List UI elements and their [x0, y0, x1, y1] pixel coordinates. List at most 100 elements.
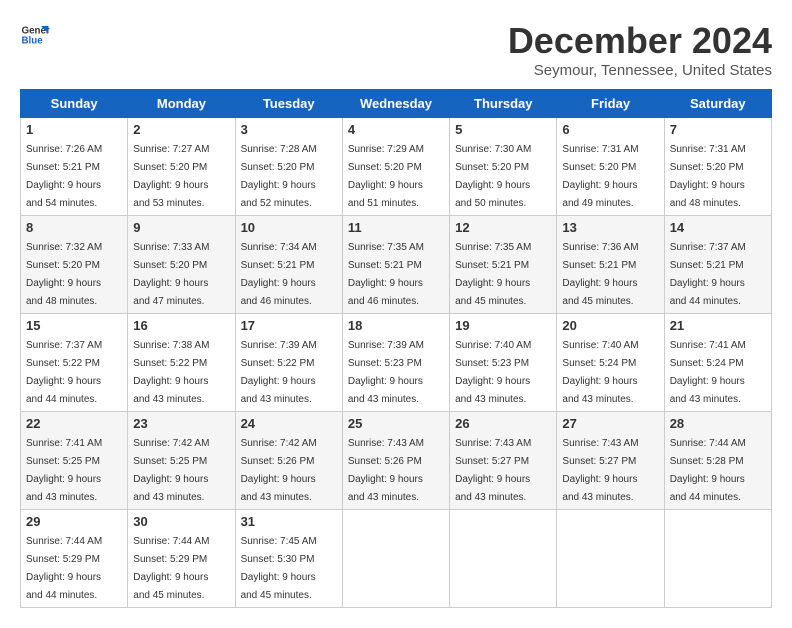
week-row-5: 29 Sunrise: 7:44 AMSunset: 5:29 PMDaylig… — [21, 510, 772, 608]
month-title: December 2024 — [508, 20, 772, 62]
week-row-4: 22 Sunrise: 7:41 AMSunset: 5:25 PMDaylig… — [21, 412, 772, 510]
calendar-cell — [664, 510, 771, 608]
calendar-cell: 21 Sunrise: 7:41 AMSunset: 5:24 PMDaylig… — [664, 314, 771, 412]
day-info: Sunrise: 7:41 AMSunset: 5:24 PMDaylight:… — [670, 340, 746, 405]
day-info: Sunrise: 7:44 AMSunset: 5:29 PMDaylight:… — [26, 536, 102, 601]
day-info: Sunrise: 7:43 AMSunset: 5:26 PMDaylight:… — [348, 438, 424, 503]
day-info: Sunrise: 7:37 AMSunset: 5:22 PMDaylight:… — [26, 340, 102, 405]
day-info: Sunrise: 7:27 AMSunset: 5:20 PMDaylight:… — [133, 144, 209, 209]
calendar-cell: 18 Sunrise: 7:39 AMSunset: 5:23 PMDaylig… — [342, 314, 449, 412]
calendar-cell: 24 Sunrise: 7:42 AMSunset: 5:26 PMDaylig… — [235, 412, 342, 510]
calendar-cell: 7 Sunrise: 7:31 AMSunset: 5:20 PMDayligh… — [664, 118, 771, 216]
day-number: 31 — [241, 514, 337, 529]
calendar-cell — [557, 510, 664, 608]
header-row: SundayMondayTuesdayWednesdayThursdayFrid… — [21, 90, 772, 118]
calendar-cell: 29 Sunrise: 7:44 AMSunset: 5:29 PMDaylig… — [21, 510, 128, 608]
header-sunday: Sunday — [21, 90, 128, 118]
day-number: 23 — [133, 416, 229, 431]
calendar-cell: 6 Sunrise: 7:31 AMSunset: 5:20 PMDayligh… — [557, 118, 664, 216]
calendar-cell: 23 Sunrise: 7:42 AMSunset: 5:25 PMDaylig… — [128, 412, 235, 510]
calendar-cell: 31 Sunrise: 7:45 AMSunset: 5:30 PMDaylig… — [235, 510, 342, 608]
day-info: Sunrise: 7:40 AMSunset: 5:24 PMDaylight:… — [562, 340, 638, 405]
day-number: 6 — [562, 122, 658, 137]
calendar-cell: 22 Sunrise: 7:41 AMSunset: 5:25 PMDaylig… — [21, 412, 128, 510]
header-saturday: Saturday — [664, 90, 771, 118]
calendar-cell: 16 Sunrise: 7:38 AMSunset: 5:22 PMDaylig… — [128, 314, 235, 412]
day-number: 12 — [455, 220, 551, 235]
location: Seymour, Tennessee, United States — [508, 62, 772, 79]
calendar-cell: 10 Sunrise: 7:34 AMSunset: 5:21 PMDaylig… — [235, 216, 342, 314]
day-number: 14 — [670, 220, 766, 235]
svg-text:Blue: Blue — [22, 35, 44, 46]
day-info: Sunrise: 7:35 AMSunset: 5:21 PMDaylight:… — [348, 242, 424, 307]
calendar-cell: 17 Sunrise: 7:39 AMSunset: 5:22 PMDaylig… — [235, 314, 342, 412]
day-number: 10 — [241, 220, 337, 235]
calendar-cell: 1 Sunrise: 7:26 AMSunset: 5:21 PMDayligh… — [21, 118, 128, 216]
page-header: General Blue December 2024 Seymour, Tenn… — [20, 20, 772, 79]
day-info: Sunrise: 7:42 AMSunset: 5:25 PMDaylight:… — [133, 438, 209, 503]
calendar-cell: 28 Sunrise: 7:44 AMSunset: 5:28 PMDaylig… — [664, 412, 771, 510]
day-info: Sunrise: 7:44 AMSunset: 5:29 PMDaylight:… — [133, 536, 209, 601]
day-number: 3 — [241, 122, 337, 137]
day-number: 11 — [348, 220, 444, 235]
day-info: Sunrise: 7:26 AMSunset: 5:21 PMDaylight:… — [26, 144, 102, 209]
day-info: Sunrise: 7:29 AMSunset: 5:20 PMDaylight:… — [348, 144, 424, 209]
day-info: Sunrise: 7:37 AMSunset: 5:21 PMDaylight:… — [670, 242, 746, 307]
day-number: 18 — [348, 318, 444, 333]
day-info: Sunrise: 7:43 AMSunset: 5:27 PMDaylight:… — [455, 438, 531, 503]
day-info: Sunrise: 7:34 AMSunset: 5:21 PMDaylight:… — [241, 242, 317, 307]
day-info: Sunrise: 7:43 AMSunset: 5:27 PMDaylight:… — [562, 438, 638, 503]
calendar-cell: 3 Sunrise: 7:28 AMSunset: 5:20 PMDayligh… — [235, 118, 342, 216]
calendar-cell: 14 Sunrise: 7:37 AMSunset: 5:21 PMDaylig… — [664, 216, 771, 314]
week-row-1: 1 Sunrise: 7:26 AMSunset: 5:21 PMDayligh… — [21, 118, 772, 216]
day-info: Sunrise: 7:31 AMSunset: 5:20 PMDaylight:… — [670, 144, 746, 209]
header-tuesday: Tuesday — [235, 90, 342, 118]
day-number: 2 — [133, 122, 229, 137]
day-info: Sunrise: 7:32 AMSunset: 5:20 PMDaylight:… — [26, 242, 102, 307]
day-number: 27 — [562, 416, 658, 431]
calendar-cell: 25 Sunrise: 7:43 AMSunset: 5:26 PMDaylig… — [342, 412, 449, 510]
header-wednesday: Wednesday — [342, 90, 449, 118]
day-number: 13 — [562, 220, 658, 235]
calendar-cell: 13 Sunrise: 7:36 AMSunset: 5:21 PMDaylig… — [557, 216, 664, 314]
day-info: Sunrise: 7:36 AMSunset: 5:21 PMDaylight:… — [562, 242, 638, 307]
calendar-cell: 4 Sunrise: 7:29 AMSunset: 5:20 PMDayligh… — [342, 118, 449, 216]
calendar-cell: 27 Sunrise: 7:43 AMSunset: 5:27 PMDaylig… — [557, 412, 664, 510]
header-monday: Monday — [128, 90, 235, 118]
day-info: Sunrise: 7:40 AMSunset: 5:23 PMDaylight:… — [455, 340, 531, 405]
header-thursday: Thursday — [450, 90, 557, 118]
week-row-3: 15 Sunrise: 7:37 AMSunset: 5:22 PMDaylig… — [21, 314, 772, 412]
day-number: 1 — [26, 122, 122, 137]
day-info: Sunrise: 7:35 AMSunset: 5:21 PMDaylight:… — [455, 242, 531, 307]
day-info: Sunrise: 7:33 AMSunset: 5:20 PMDaylight:… — [133, 242, 209, 307]
day-info: Sunrise: 7:28 AMSunset: 5:20 PMDaylight:… — [241, 144, 317, 209]
week-row-2: 8 Sunrise: 7:32 AMSunset: 5:20 PMDayligh… — [21, 216, 772, 314]
day-number: 15 — [26, 318, 122, 333]
day-number: 5 — [455, 122, 551, 137]
day-number: 9 — [133, 220, 229, 235]
calendar-cell: 15 Sunrise: 7:37 AMSunset: 5:22 PMDaylig… — [21, 314, 128, 412]
day-info: Sunrise: 7:42 AMSunset: 5:26 PMDaylight:… — [241, 438, 317, 503]
day-number: 22 — [26, 416, 122, 431]
calendar-cell: 5 Sunrise: 7:30 AMSunset: 5:20 PMDayligh… — [450, 118, 557, 216]
day-number: 29 — [26, 514, 122, 529]
day-number: 21 — [670, 318, 766, 333]
day-number: 25 — [348, 416, 444, 431]
title-block: December 2024 Seymour, Tennessee, United… — [508, 20, 772, 79]
calendar-cell: 9 Sunrise: 7:33 AMSunset: 5:20 PMDayligh… — [128, 216, 235, 314]
calendar-cell: 30 Sunrise: 7:44 AMSunset: 5:29 PMDaylig… — [128, 510, 235, 608]
logo: General Blue — [20, 20, 50, 50]
calendar-cell: 26 Sunrise: 7:43 AMSunset: 5:27 PMDaylig… — [450, 412, 557, 510]
day-number: 16 — [133, 318, 229, 333]
day-number: 26 — [455, 416, 551, 431]
day-number: 4 — [348, 122, 444, 137]
calendar-cell — [450, 510, 557, 608]
day-info: Sunrise: 7:39 AMSunset: 5:22 PMDaylight:… — [241, 340, 317, 405]
calendar-cell: 19 Sunrise: 7:40 AMSunset: 5:23 PMDaylig… — [450, 314, 557, 412]
day-number: 19 — [455, 318, 551, 333]
day-number: 24 — [241, 416, 337, 431]
calendar-cell: 20 Sunrise: 7:40 AMSunset: 5:24 PMDaylig… — [557, 314, 664, 412]
day-info: Sunrise: 7:31 AMSunset: 5:20 PMDaylight:… — [562, 144, 638, 209]
day-number: 20 — [562, 318, 658, 333]
calendar-cell — [342, 510, 449, 608]
